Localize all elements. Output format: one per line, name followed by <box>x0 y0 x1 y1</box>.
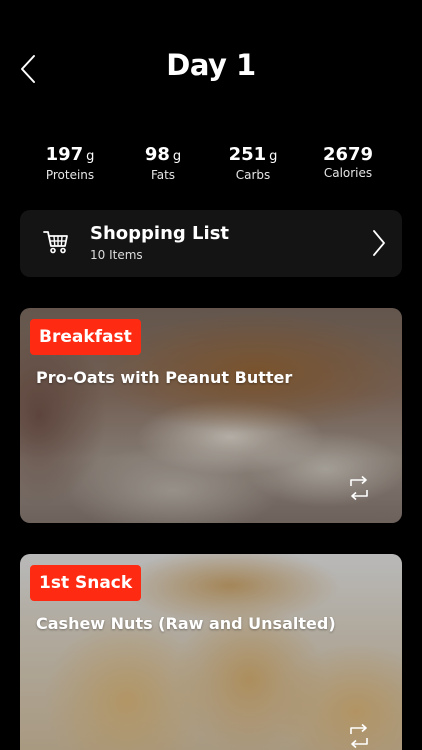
page-title: Day 1 <box>166 48 256 82</box>
swap-icon[interactable] <box>348 475 370 501</box>
meal-name: Cashew Nuts (Raw and Unsalted) <box>36 614 336 633</box>
meal-type-badge: 1st Snack <box>30 565 142 601</box>
meal-type-badge: Breakfast <box>30 319 141 355</box>
macro-value: 98 <box>144 144 170 165</box>
shopping-cart-icon <box>43 231 68 254</box>
macro-value: 197 <box>45 144 84 165</box>
screen: Day 1 197 g Proteins 98 g Fats 251 g Carbs … <box>0 0 422 750</box>
macros-summary: 197 g Proteins 98 g Fats 251 g Carbs 2679 C… <box>0 144 422 188</box>
shopping-list-button[interactable]: Shopping List 10 Items <box>20 210 402 277</box>
meal-card-breakfast[interactable]: Breakfast Pro-Oats with Peanut Butter <box>20 308 402 523</box>
macro-fats: 98 g Fats <box>118 144 208 183</box>
meal-name: Pro-Oats with Peanut Butter <box>36 368 293 387</box>
macro-label: Calories <box>323 166 373 180</box>
shopping-list-count: 10 Items <box>90 248 143 262</box>
macro-calories: 2679 Calories <box>303 144 393 181</box>
macro-carbs: 251 g Carbs <box>208 144 298 183</box>
macro-value: 251 <box>228 144 267 165</box>
macro-value: 2679 <box>322 144 374 165</box>
swap-icon[interactable] <box>348 723 370 749</box>
macro-label: Carbs <box>235 168 271 182</box>
macro-label: Fats <box>150 168 176 182</box>
meal-card-1st-snack[interactable]: 1st Snack Cashew Nuts (Raw and Unsalted) <box>20 554 402 750</box>
macro-unit: g <box>86 149 95 164</box>
macro-unit: g <box>269 149 278 164</box>
macro-label: Proteins <box>45 168 95 182</box>
shopping-list-title: Shopping List <box>90 223 230 244</box>
macro-proteins: 197 g Proteins <box>25 144 115 183</box>
macro-unit: g <box>172 149 182 164</box>
chevron-right-icon <box>373 230 385 256</box>
